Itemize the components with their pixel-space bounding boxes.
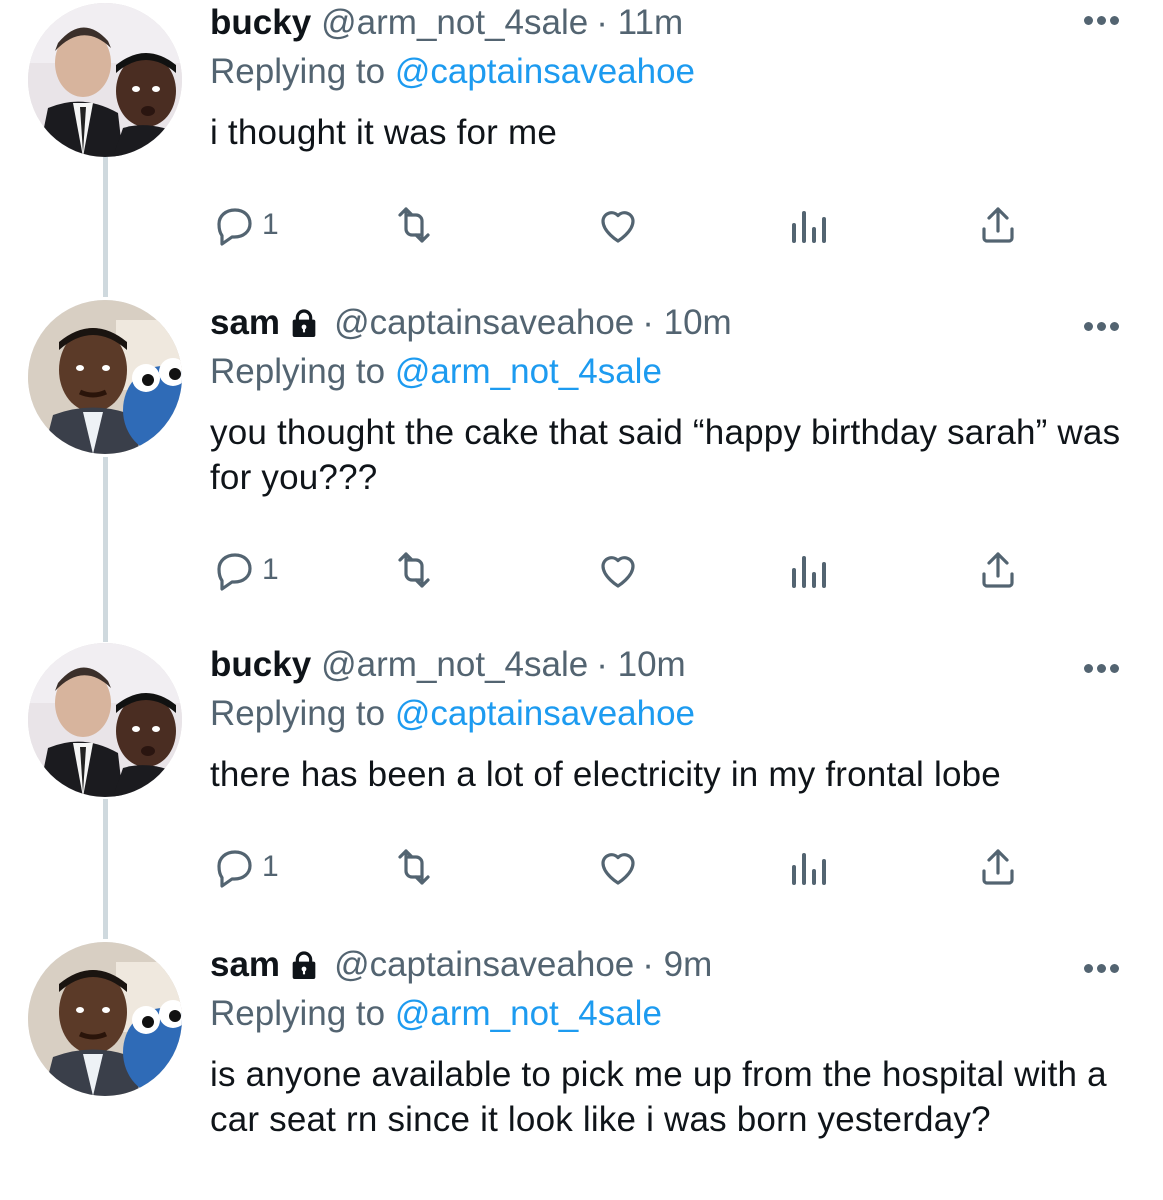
views-button[interactable] <box>784 200 832 250</box>
lock-icon <box>292 309 316 337</box>
share-button[interactable] <box>974 200 1022 250</box>
retweet-icon <box>398 849 430 885</box>
replying-label: Replying to <box>210 352 386 391</box>
more-icon[interactable] <box>1079 648 1123 688</box>
display-name[interactable]: sam <box>210 942 280 988</box>
username[interactable]: @arm_not_4sale <box>321 642 588 688</box>
tweet-header: sam @captainsaveahoe · 10m <box>210 300 1123 346</box>
avatar[interactable] <box>28 300 182 454</box>
replying-label: Replying to <box>210 52 386 91</box>
display-name[interactable]: bucky <box>210 642 311 688</box>
replying-to: Replying to @captainsaveahoe <box>210 49 1123 95</box>
tweet-text: is anyone available to pick me up from t… <box>210 1055 1107 1139</box>
reply-icon <box>217 850 252 888</box>
more-icon[interactable] <box>1079 306 1123 346</box>
like-button[interactable] <box>594 842 642 892</box>
tweet-thread: bucky @arm_not_4sale · 11m Replying to @… <box>0 0 1163 1200</box>
reply-button[interactable]: 1 <box>210 200 279 250</box>
reply-icon <box>217 553 252 591</box>
replying-label: Replying to <box>210 994 386 1033</box>
thread-line <box>103 457 108 642</box>
replying-to: Replying to @arm_not_4sale <box>210 349 1123 395</box>
tweet-header: sam @captainsaveahoe · 9m <box>210 942 1123 988</box>
action-bar: 1 <box>210 545 1030 595</box>
views-icon <box>792 211 826 243</box>
views-button[interactable] <box>784 842 832 892</box>
action-bar: 1 <box>210 842 1030 892</box>
share-icon <box>982 552 1014 588</box>
username[interactable]: @arm_not_4sale <box>321 0 588 46</box>
reply-mention-link[interactable]: @arm_not_4sale <box>395 352 662 391</box>
retweet-button[interactable] <box>390 200 438 250</box>
tweet-text: i thought it was for me <box>210 113 557 152</box>
views-button[interactable] <box>784 545 832 595</box>
share-icon <box>982 207 1014 243</box>
replying-label: Replying to <box>210 694 386 733</box>
bucky-avatar-image <box>28 3 182 157</box>
timestamp[interactable]: · 9m <box>642 942 712 988</box>
reply-mention-link[interactable]: @captainsaveahoe <box>395 52 695 91</box>
timestamp[interactable]: · 10m <box>596 642 685 688</box>
replying-to: Replying to @captainsaveahoe <box>210 691 1123 737</box>
replying-to: Replying to @arm_not_4sale <box>210 991 1123 1037</box>
tweet[interactable]: sam @captainsaveahoe · 9m Replying to @a… <box>0 942 1163 1200</box>
thread-line <box>103 157 108 297</box>
like-button[interactable] <box>594 200 642 250</box>
action-bar: 1 <box>210 200 1030 250</box>
views-icon <box>792 853 826 885</box>
views-icon <box>792 556 826 588</box>
reply-icon <box>217 208 252 246</box>
tweet-header: bucky @arm_not_4sale · 10m <box>210 642 1123 688</box>
reply-mention-link[interactable]: @captainsaveahoe <box>395 694 695 733</box>
sam-avatar-image <box>28 300 182 454</box>
reply-button[interactable]: 1 <box>210 545 279 595</box>
like-icon <box>601 556 635 588</box>
thread-line <box>103 799 108 939</box>
retweet-icon <box>398 552 430 588</box>
display-name[interactable]: sam <box>210 300 280 346</box>
reply-count: 1 <box>262 850 279 883</box>
reply-mention-link[interactable]: @arm_not_4sale <box>395 994 662 1033</box>
tweet-text: you thought the cake that said “happy bi… <box>210 413 1121 497</box>
retweet-button[interactable] <box>390 842 438 892</box>
tweet[interactable]: sam @captainsaveahoe · 10m Replying to @… <box>0 300 1163 642</box>
tweet[interactable]: bucky @arm_not_4sale · 10m Replying to @… <box>0 642 1163 942</box>
username[interactable]: @captainsaveahoe <box>334 942 634 988</box>
reply-button[interactable]: 1 <box>210 842 279 892</box>
avatar[interactable] <box>28 3 182 157</box>
reply-count: 1 <box>262 553 279 586</box>
timestamp[interactable]: · 10m <box>642 300 731 346</box>
share-button[interactable] <box>974 545 1022 595</box>
like-icon <box>601 853 635 885</box>
retweet-icon <box>398 207 430 243</box>
avatar[interactable] <box>28 643 182 797</box>
tweet[interactable]: bucky @arm_not_4sale · 11m Replying to @… <box>0 0 1163 300</box>
more-icon[interactable] <box>1079 948 1123 988</box>
sam-avatar-image <box>28 942 182 1096</box>
more-icon[interactable] <box>1079 0 1123 40</box>
share-button[interactable] <box>974 842 1022 892</box>
share-icon <box>982 849 1014 885</box>
reply-count: 1 <box>262 208 279 241</box>
username[interactable]: @captainsaveahoe <box>334 300 634 346</box>
retweet-button[interactable] <box>390 545 438 595</box>
like-icon <box>601 211 635 243</box>
like-button[interactable] <box>594 545 642 595</box>
tweet-text: there has been a lot of electricity in m… <box>210 755 1001 794</box>
avatar[interactable] <box>28 942 182 1096</box>
lock-icon <box>292 951 316 979</box>
timestamp[interactable]: · 11m <box>596 0 683 46</box>
tweet-header: bucky @arm_not_4sale · 11m <box>210 0 1123 46</box>
bucky-avatar-image <box>28 643 182 797</box>
display-name[interactable]: bucky <box>210 0 311 46</box>
